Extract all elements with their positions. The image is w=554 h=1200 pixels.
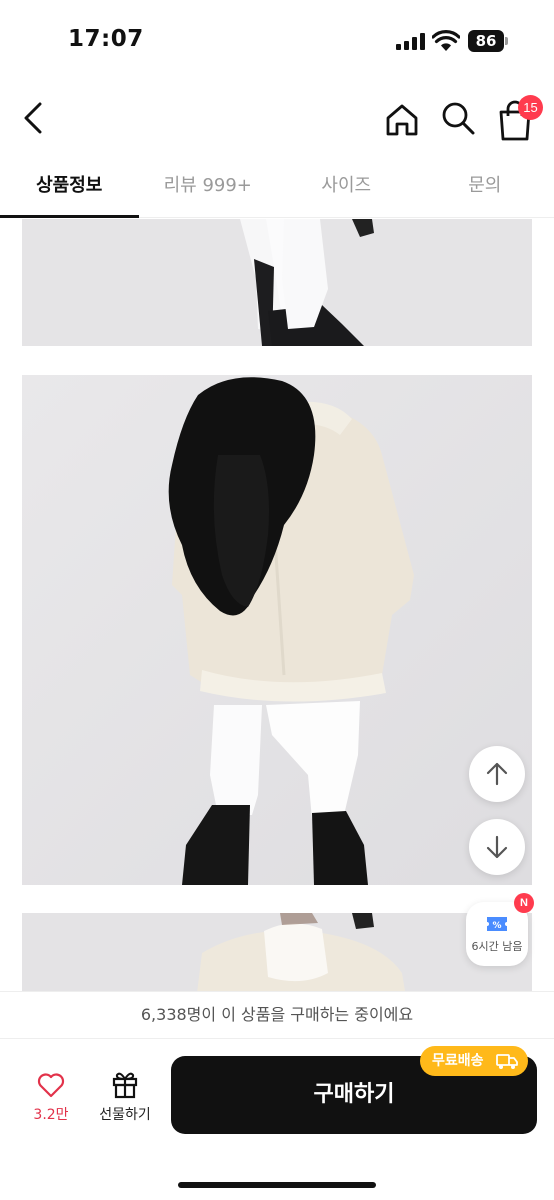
free-shipping-badge: 무료배송	[420, 1046, 528, 1076]
coupon-icon: %	[487, 917, 507, 931]
tab-reviews[interactable]: 리뷰 999+	[139, 158, 278, 217]
tab-size[interactable]: 사이즈	[277, 158, 416, 217]
wifi-icon	[432, 30, 460, 51]
gift-button[interactable]: 선물하기	[92, 1068, 158, 1128]
home-indicator	[178, 1182, 376, 1188]
battery-indicator: 86	[468, 30, 504, 52]
free-shipping-label: 무료배송	[432, 1053, 484, 1069]
product-photo	[22, 219, 532, 346]
status-time: 17:07	[68, 26, 144, 52]
product-photo	[22, 913, 532, 991]
heart-icon	[37, 1073, 65, 1098]
like-count: 3.2만	[33, 1107, 69, 1123]
gift-label: 선물하기	[99, 1107, 151, 1123]
scroll-to-top-button[interactable]	[469, 746, 525, 802]
home-icon[interactable]	[380, 98, 424, 142]
new-badge: N	[514, 893, 534, 913]
product-tabs: 상품정보 리뷰 999+ 사이즈 문의	[0, 158, 554, 218]
gift-icon	[112, 1072, 138, 1099]
like-button[interactable]: 3.2만	[22, 1068, 80, 1128]
back-arrow-icon[interactable]	[14, 96, 54, 140]
cart-count-badge: 15	[518, 95, 543, 120]
signal-icon	[396, 33, 426, 50]
product-photo	[22, 375, 532, 885]
product-detail-content	[0, 219, 554, 991]
battery-nub	[505, 37, 508, 45]
buyers-count-banner: 6,338명이 이 상품을 구매하는 중이에요	[0, 991, 554, 1039]
svg-text:%: %	[492, 921, 501, 931]
status-bar: 17:07 86	[0, 0, 554, 80]
search-icon[interactable]	[436, 96, 480, 140]
truck-icon	[496, 1054, 518, 1069]
tab-inquiry[interactable]: 문의	[416, 158, 554, 217]
coupon-timer-text: 6시간 남음	[471, 940, 523, 953]
tab-product-info[interactable]: 상품정보	[0, 158, 139, 218]
scroll-to-bottom-button[interactable]	[469, 819, 525, 875]
top-navigation	[0, 86, 554, 150]
